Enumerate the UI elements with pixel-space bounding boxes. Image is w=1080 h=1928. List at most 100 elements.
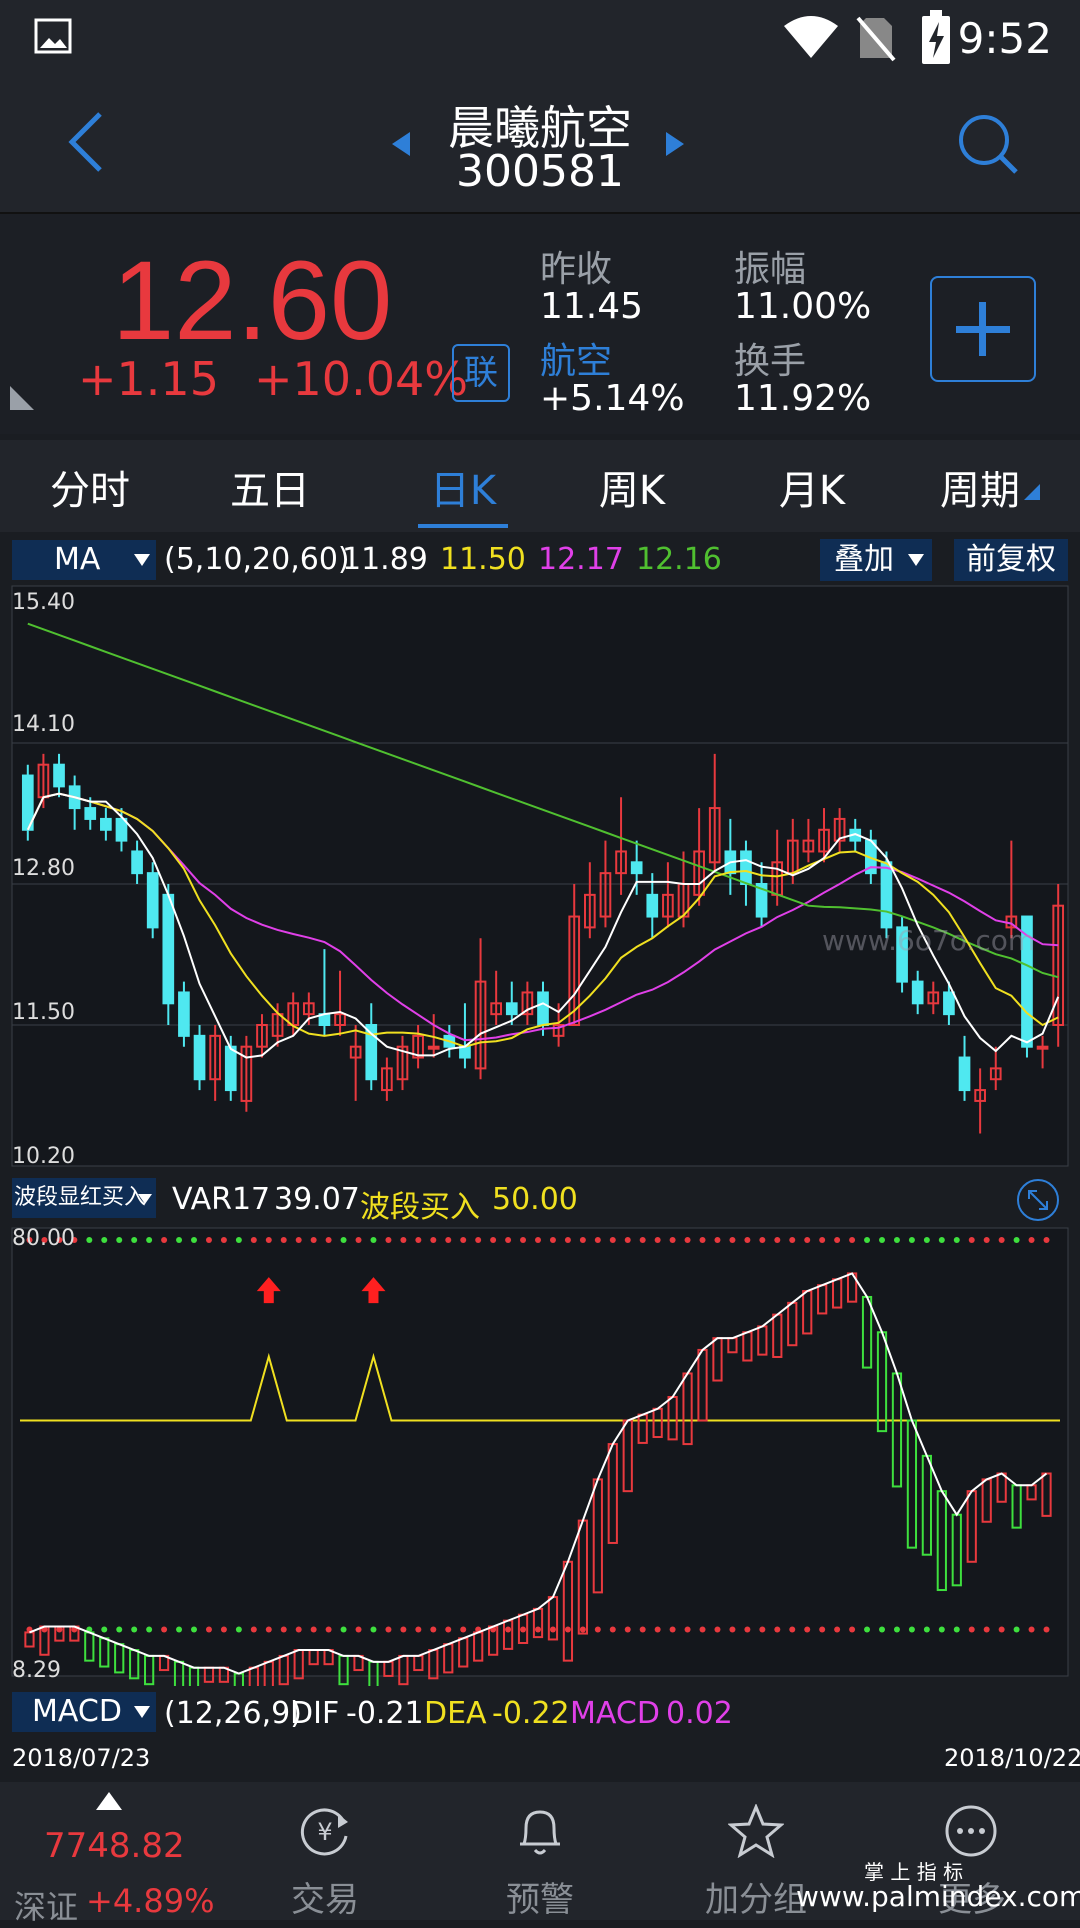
tab-daily-k[interactable]: 日K — [393, 458, 533, 516]
candlestick-chart[interactable] — [0, 584, 1080, 1174]
ma20-value: 12.17 — [538, 542, 624, 577]
bottom-dot — [923, 1626, 930, 1633]
adjust-button[interactable]: 前复权 — [954, 539, 1068, 581]
site-watermark-url: www.palmindex.com — [796, 1880, 1080, 1913]
candle-down — [224, 1045, 237, 1092]
wifi-icon — [784, 16, 838, 58]
chevron-down-icon — [138, 1194, 152, 1204]
candle-down — [146, 872, 159, 929]
bottom-dot — [953, 1626, 960, 1633]
bottom-dot — [789, 1626, 796, 1633]
bottom-dot — [549, 1626, 556, 1633]
top-dot — [520, 1237, 527, 1243]
top-dot — [624, 1237, 631, 1243]
nav-trade[interactable]: 交易 — [255, 1872, 395, 1921]
top-dot — [639, 1237, 646, 1243]
tab-period[interactable]: 周期 — [920, 458, 1040, 516]
top-dot — [176, 1237, 183, 1243]
bottom-dot — [340, 1626, 347, 1633]
top-dot — [370, 1237, 377, 1243]
top-dot — [923, 1237, 930, 1243]
bottom-dot — [998, 1626, 1005, 1633]
amplitude-value: 11.00% — [734, 286, 872, 327]
add-watchlist-button[interactable] — [930, 276, 1036, 382]
candle-down — [911, 980, 924, 1005]
top-dot — [385, 1237, 392, 1243]
macd-params: (12,26,9) — [164, 1696, 302, 1731]
bottom-dot — [235, 1626, 242, 1633]
bottom-dot — [146, 1626, 153, 1633]
top-dot — [280, 1237, 287, 1243]
top-dot — [250, 1237, 257, 1243]
macd-selector[interactable]: MACD — [12, 1692, 156, 1732]
candle-down — [131, 850, 143, 875]
ma60-value: 12.16 — [636, 542, 722, 577]
top-dot — [594, 1237, 601, 1243]
ma-selector[interactable]: MA — [12, 540, 156, 580]
ma10-value: 11.50 — [440, 542, 526, 577]
top-dot — [400, 1237, 407, 1243]
bottom-dot — [355, 1626, 362, 1633]
candle-down — [537, 991, 549, 1027]
overlay-button[interactable]: 叠加 — [820, 539, 932, 581]
more-icon — [945, 1805, 997, 1857]
prev-close-value: 11.45 — [540, 286, 644, 327]
top-dot — [295, 1237, 302, 1243]
bottom-dot — [968, 1626, 975, 1633]
bottom-dot — [385, 1626, 392, 1633]
candle-up — [427, 1045, 440, 1050]
bottom-dot — [759, 1626, 766, 1633]
no-sim-icon — [856, 16, 896, 62]
search-icon[interactable] — [956, 112, 1020, 176]
top-dot — [953, 1237, 960, 1243]
bottom-dot — [864, 1626, 871, 1633]
tab-weekly-k[interactable]: 周K — [572, 458, 692, 516]
top-dot — [535, 1237, 541, 1243]
bottom-dot — [879, 1626, 885, 1633]
dea-value: -0.22 — [492, 1696, 570, 1731]
top-dot — [579, 1237, 586, 1243]
bottom-dot — [744, 1626, 751, 1633]
osc-y-tick-label: 8.29 — [12, 1658, 61, 1683]
link-badge[interactable]: 联 — [452, 344, 510, 402]
top-dot — [729, 1237, 736, 1243]
top-dot — [983, 1237, 990, 1243]
ma-selector-label: MA — [54, 542, 101, 577]
top-dot — [161, 1237, 168, 1243]
bottom-dot — [639, 1626, 646, 1633]
bottom-dot — [445, 1626, 452, 1633]
index-ticker[interactable]: 7748.82 深证 +4.89% — [14, 1788, 214, 1926]
top-dot — [834, 1237, 841, 1243]
next-stock-icon[interactable] — [664, 130, 686, 158]
turnover-label: 换手 — [734, 341, 807, 382]
top-dot — [744, 1237, 751, 1243]
sector-change: +5.14% — [540, 378, 685, 419]
fullscreen-icon[interactable] — [1016, 1178, 1060, 1222]
oscillator-chart[interactable] — [0, 1224, 1080, 1686]
top-dot — [564, 1237, 571, 1243]
gallery-icon — [34, 18, 72, 54]
amplitude-label: 振幅 — [734, 249, 807, 290]
top-dot — [819, 1237, 826, 1243]
bottom-dot — [983, 1626, 990, 1633]
bottom-dot — [430, 1626, 437, 1633]
expand-corner-icon[interactable] — [10, 386, 36, 410]
nav-alert[interactable]: 预警 — [470, 1872, 610, 1921]
chevron-down-icon — [908, 554, 924, 566]
tab-monthly-k[interactable]: 月K — [752, 458, 872, 516]
bottom-dot — [714, 1626, 721, 1633]
tab-five-day[interactable]: 五日 — [210, 458, 330, 516]
turnover-value: 11.92% — [734, 378, 872, 419]
dea-label: DEA — [424, 1696, 487, 1731]
active-tab-indicator — [418, 524, 508, 528]
sector-label[interactable]: 航空 — [540, 332, 612, 384]
price-change: +1.15 — [78, 352, 219, 406]
last-price: 12.60 — [112, 238, 393, 363]
bottom-dot — [669, 1626, 676, 1633]
candle-down — [162, 893, 175, 1005]
bottom-dot — [460, 1626, 467, 1633]
top-dot — [908, 1237, 915, 1243]
plus-icon — [956, 302, 1010, 356]
indicator-selector[interactable]: 波段显红买入 — [12, 1178, 156, 1218]
tab-intraday[interactable]: 分时 — [30, 458, 150, 516]
